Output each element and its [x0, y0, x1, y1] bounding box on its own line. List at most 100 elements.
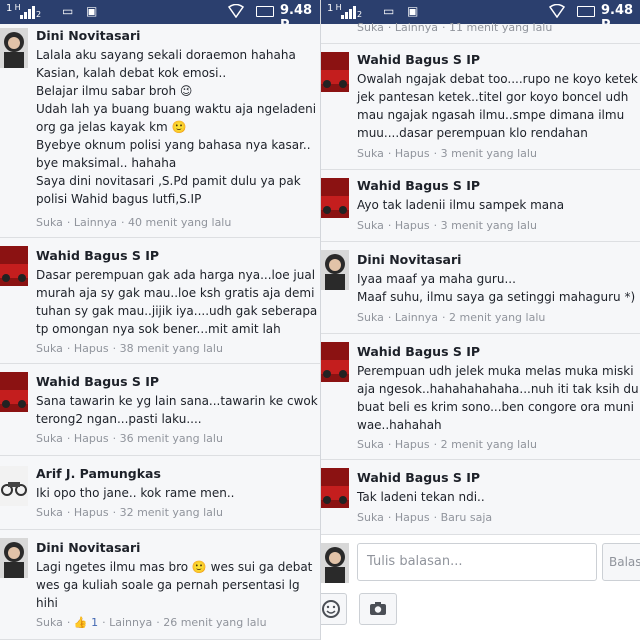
- avatar[interactable]: [0, 246, 28, 286]
- timestamp: Baru saja: [440, 511, 493, 524]
- comment-author[interactable]: Dini Novitasari: [36, 540, 140, 555]
- comment-body: Tak ladeni tekan ndi..: [357, 490, 485, 504]
- like-link[interactable]: Suka: [357, 147, 384, 160]
- delete-link[interactable]: Hapus: [74, 432, 109, 445]
- comment-item-partial: Suka · Lainnya · 11 menit yang lalu: [321, 21, 640, 44]
- comment-author[interactable]: Wahid Bagus S IP: [357, 52, 480, 67]
- camera-button[interactable]: [359, 593, 397, 625]
- comment-body: Iki opo tho jane.. kok rame men..: [36, 486, 235, 500]
- like-link[interactable]: Suka: [36, 506, 63, 519]
- avatar[interactable]: [0, 28, 28, 68]
- comment-item: Dini Novitasari Iyaa maaf ya maha guru..…: [321, 242, 640, 334]
- emoji-button[interactable]: [321, 593, 347, 625]
- like-link[interactable]: Suka: [357, 511, 384, 524]
- avatar[interactable]: [321, 250, 349, 290]
- comment-actions: Suka · Lainnya · 2 menit yang lalu: [357, 311, 546, 324]
- comment-author[interactable]: Arif J. Pamungkas: [36, 466, 161, 481]
- comment-author[interactable]: Dini Novitasari: [357, 252, 461, 267]
- wifi-icon: [228, 4, 244, 18]
- timestamp: 32 menit yang lalu: [119, 506, 223, 519]
- avatar[interactable]: [321, 342, 349, 382]
- like-link[interactable]: Suka: [357, 21, 384, 34]
- comment-actions: Suka · Hapus · 38 menit yang lalu: [36, 342, 223, 355]
- comment-body: Dasar perempuan gak ada harga nya...loe …: [36, 268, 318, 336]
- sim-label: 1 H: [327, 3, 342, 14]
- like-link[interactable]: Suka: [36, 432, 63, 445]
- comment-item: Dini Novitasari Lagi ngetes ilmu mas bro…: [0, 530, 320, 640]
- comment-actions: Suka · Hapus · 32 menit yang lalu: [36, 506, 223, 519]
- comment-item: Arif J. Pamungkas Iki opo tho jane.. kok…: [0, 456, 320, 530]
- comment-author[interactable]: Wahid Bagus S IP: [357, 470, 480, 485]
- avatar[interactable]: [321, 468, 349, 508]
- reply-input[interactable]: Tulis balasan...: [357, 543, 597, 581]
- comment-actions: Suka · Hapus · Baru saja: [357, 511, 493, 524]
- like-link[interactable]: Suka: [357, 219, 384, 232]
- timestamp: 36 menit yang lalu: [119, 432, 223, 445]
- reply-button[interactable]: Balas: [602, 543, 640, 581]
- more-link[interactable]: Lainnya: [74, 216, 117, 229]
- comment-author[interactable]: Dini Novitasari: [36, 28, 140, 43]
- avatar[interactable]: [0, 538, 28, 578]
- delete-link[interactable]: Hapus: [395, 438, 430, 451]
- comment-actions: Suka · Hapus · 2 menit yang lalu: [357, 438, 537, 451]
- battery-icon: [256, 6, 274, 17]
- comment-body: Perempuan udh jelek muka melas muka misk…: [357, 364, 639, 432]
- avatar[interactable]: [0, 466, 28, 506]
- like-link[interactable]: Suka: [357, 438, 384, 451]
- timestamp: 2 menit yang lalu: [449, 311, 546, 324]
- comment-item: Dini Novitasari Lalala aku sayang sekali…: [0, 24, 320, 238]
- sim-2-label: 2: [36, 10, 41, 19]
- comment-item: Wahid Bagus S IP Dasar perempuan gak ada…: [0, 238, 320, 364]
- timestamp: 2 menit yang lalu: [440, 438, 537, 451]
- reply-composer: Tulis balasan... Balas: [321, 535, 640, 640]
- like-link[interactable]: Suka: [36, 216, 63, 229]
- more-link[interactable]: Lainnya: [395, 21, 438, 34]
- timestamp: 3 menit yang lalu: [440, 219, 537, 232]
- delete-link[interactable]: Hapus: [395, 147, 430, 160]
- avatar[interactable]: [321, 178, 349, 218]
- camera-icon: [370, 602, 386, 615]
- comment-actions: Suka · Lainnya · 11 menit yang lalu: [357, 21, 553, 34]
- like-count[interactable]: 👍 1: [74, 616, 98, 629]
- more-link[interactable]: Lainnya: [109, 616, 152, 629]
- delete-link[interactable]: Hapus: [395, 511, 430, 524]
- battery-icon: [577, 6, 595, 17]
- right-screen: 1 H 2 ▭ ▣ 9.48 P Suka· Lainnya· 11 menit…: [320, 0, 640, 640]
- comment-body: Lagi ngetes ilmu mas bro 🙂 wes sui ga de…: [36, 560, 313, 610]
- notification-icon: ▭: [62, 4, 74, 18]
- comment-author[interactable]: Wahid Bagus S IP: [36, 374, 159, 389]
- like-link[interactable]: Suka: [36, 342, 63, 355]
- comment-author[interactable]: Wahid Bagus S IP: [357, 344, 480, 359]
- timestamp: 3 menit yang lalu: [440, 147, 537, 160]
- like-link[interactable]: Suka: [357, 311, 384, 324]
- comment-author[interactable]: Wahid Bagus S IP: [36, 248, 159, 263]
- delete-link[interactable]: Hapus: [395, 219, 430, 232]
- comment-actions: Suka · Hapus · 3 menit yang lalu: [357, 219, 537, 232]
- comment-actions: Suka · Hapus · 36 menit yang lalu: [36, 432, 223, 445]
- comment-item: Wahid Bagus S IP Perempuan udh jelek muk…: [321, 334, 640, 460]
- smiley-icon: [322, 600, 340, 618]
- comment-item: Wahid Bagus S IP Owalah ngajak debat too…: [321, 44, 640, 170]
- delete-link[interactable]: Hapus: [74, 506, 109, 519]
- comment-item: Wahid Bagus S IP Ayo tak ladenii ilmu sa…: [321, 170, 640, 242]
- like-link[interactable]: Suka: [36, 616, 63, 629]
- timestamp: 38 menit yang lalu: [119, 342, 223, 355]
- comment-body: Owalah ngajak debat too....rupo ne koyo …: [357, 72, 638, 140]
- avatar: [321, 543, 349, 583]
- comment-body: Sana tawarin ke yg lain sana...tawarin k…: [36, 394, 318, 426]
- screenshot-collage: 1 H 2 ▭ ▣ 9.48 P Dini Novitasari Lalala …: [0, 0, 640, 640]
- avatar[interactable]: [321, 52, 349, 92]
- avatar[interactable]: [0, 372, 28, 412]
- comment-author[interactable]: Wahid Bagus S IP: [357, 178, 480, 193]
- comment-actions: Suka · 👍 1 · Lainnya · 26 menit yang lalu: [36, 616, 267, 629]
- timestamp: 11 menit yang lalu: [449, 21, 553, 34]
- more-link[interactable]: Lainnya: [395, 311, 438, 324]
- timestamp: 26 menit yang lalu: [163, 616, 267, 629]
- gallery-icon: ▣: [407, 4, 419, 18]
- comment-body: Ayo tak ladenii ilmu sampek mana: [357, 198, 565, 212]
- comment-actions: Suka · Lainnya · 40 menit yang lalu: [36, 216, 232, 229]
- comment-actions: Suka · Hapus · 3 menit yang lalu: [357, 147, 537, 160]
- comment-item: Wahid Bagus S IP Sana tawarin ke yg lain…: [0, 364, 320, 456]
- timestamp: 40 menit yang lalu: [128, 216, 232, 229]
- delete-link[interactable]: Hapus: [74, 342, 109, 355]
